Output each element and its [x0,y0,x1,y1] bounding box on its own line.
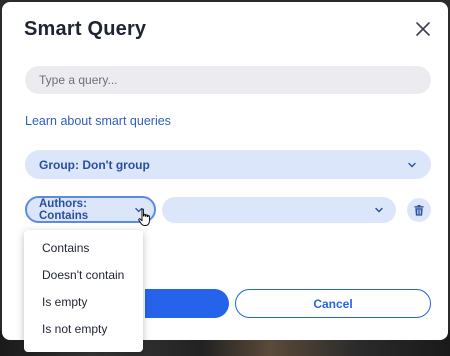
close-button[interactable] [414,20,432,38]
field-operator-label: Authors: Contains [39,197,89,222]
trash-icon [414,204,424,216]
close-icon [416,22,430,36]
menu-item-is-empty[interactable]: Is empty [24,290,143,314]
chevron-down-icon [375,207,383,213]
query-input[interactable] [25,66,431,94]
learn-smart-queries-link[interactable]: Learn about smart queries [25,114,171,128]
dialog-title: Smart Query [24,18,147,40]
chevron-down-icon [408,162,416,167]
cancel-button[interactable]: Cancel [235,289,431,318]
group-select-label: Group: Don't group [39,157,150,172]
group-select[interactable]: Group: Don't group [25,150,431,179]
operator-dropdown-menu: Contains Doesn't contain Is empty Is not… [24,230,143,352]
menu-item-is-not-empty[interactable]: Is not empty [24,317,143,341]
delete-filter-button[interactable] [407,198,431,222]
menu-item-contains[interactable]: Contains [24,236,143,260]
filter-value-select[interactable] [162,197,396,223]
hand-pointer-cursor-icon [138,208,150,226]
ok-button[interactable] [145,289,229,318]
menu-item-doesnt-contain[interactable]: Doesn't contain [24,263,143,287]
